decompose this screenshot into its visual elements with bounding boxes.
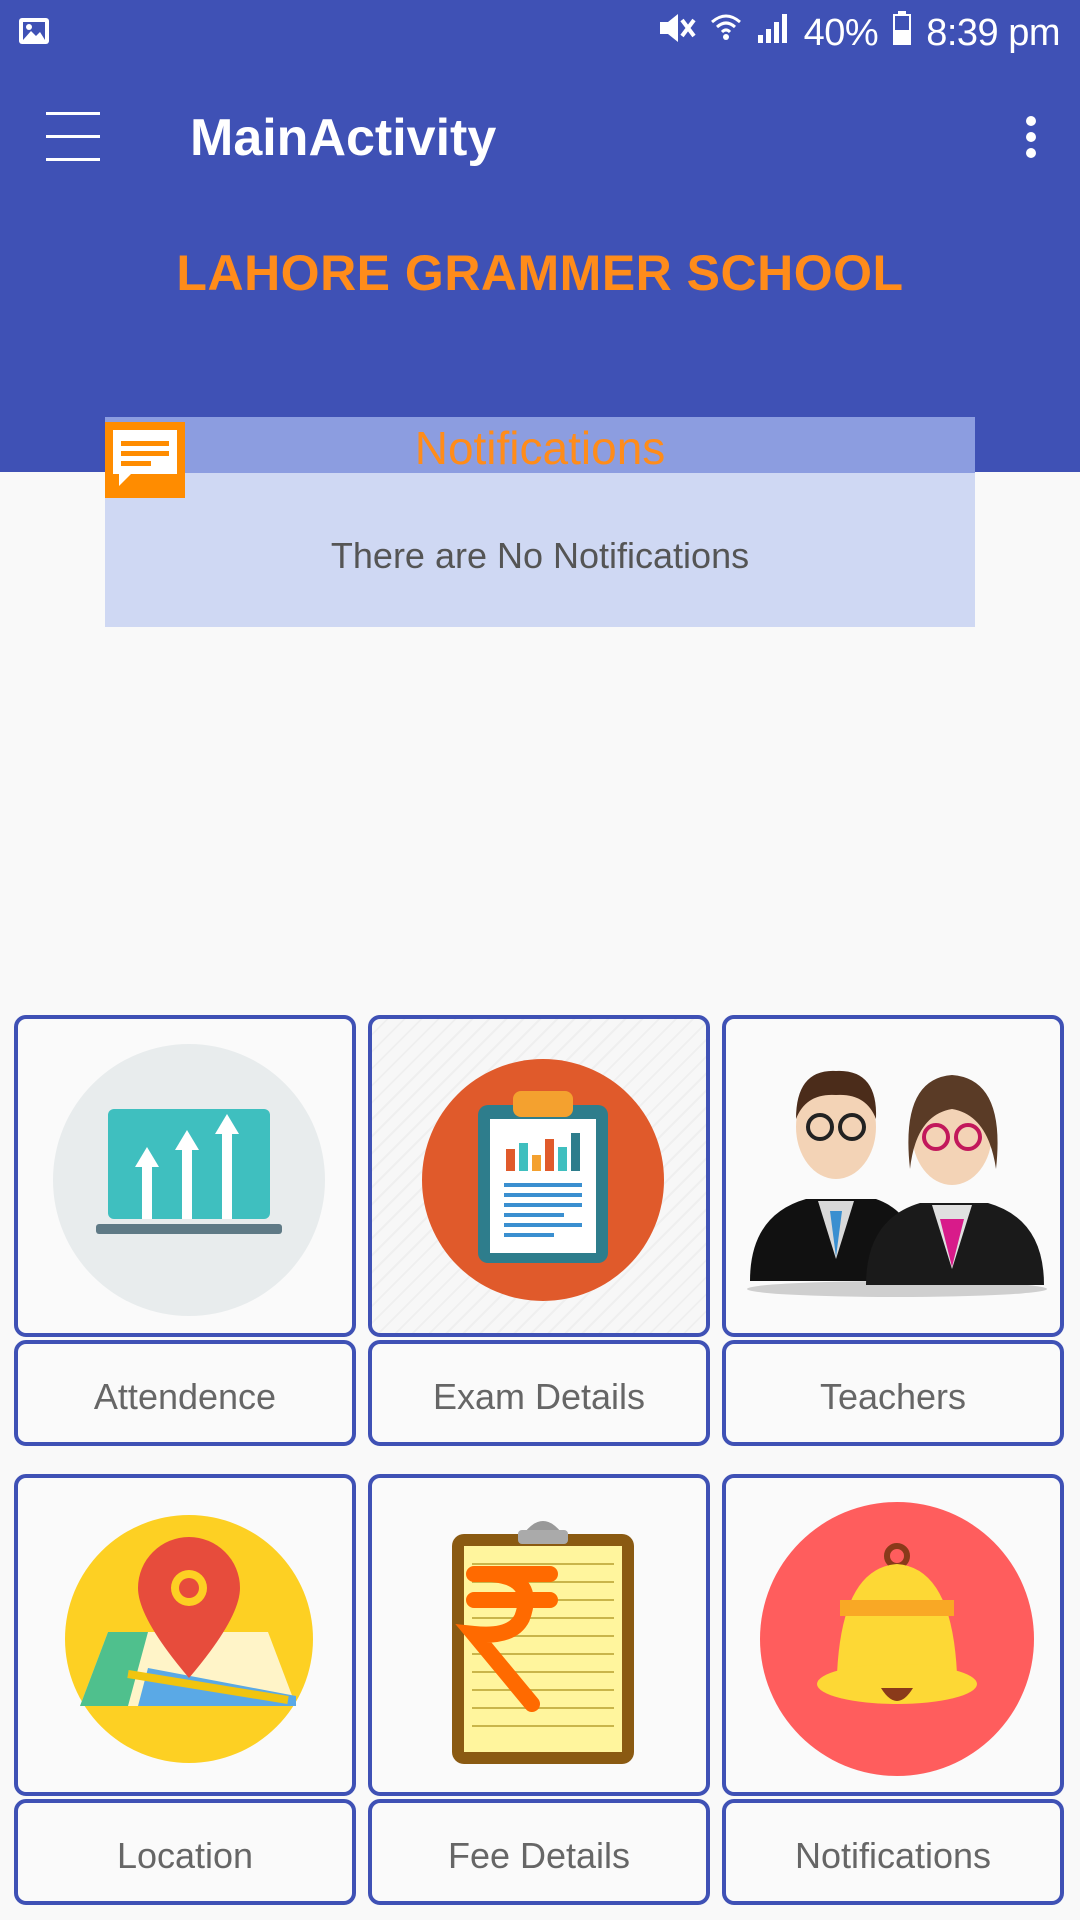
tile-label: Location <box>116 1835 254 1876</box>
teachers-icon <box>726 1019 1060 1333</box>
exam-details-label-box[interactable]: Exam Details <box>368 1340 710 1446</box>
hamburger-menu-icon[interactable] <box>46 112 100 162</box>
school-name: LAHORE GRAMMER SCHOOL <box>176 245 904 301</box>
more-vert-icon[interactable] <box>990 96 1070 176</box>
teachers-tile[interactable] <box>722 1015 1064 1337</box>
notifications-tile[interactable] <box>722 1474 1064 1796</box>
exam-details-tile[interactable] <box>368 1015 710 1337</box>
mute-icon <box>656 10 696 56</box>
notifications-title: Notifications <box>414 422 666 474</box>
wifi-icon <box>710 10 742 56</box>
fee-details-tile[interactable] <box>368 1474 710 1796</box>
status-time: 8:39 pm <box>926 11 1060 54</box>
notifications-card: Notifications There are No Notifications <box>105 417 975 627</box>
tile-label: Attendence <box>93 1376 277 1417</box>
tile-label: Fee Details <box>447 1835 631 1876</box>
battery-percent: 40% <box>803 11 879 54</box>
attendance-tile[interactable] <box>14 1015 356 1337</box>
teachers-label-box[interactable]: Teachers <box>722 1340 1064 1446</box>
tile-label: Teachers <box>819 1376 967 1417</box>
battery-icon <box>892 10 912 56</box>
fees-clipboard-icon <box>372 1478 706 1792</box>
bell-icon <box>726 1478 1060 1792</box>
location-tile[interactable] <box>14 1474 356 1796</box>
message-icon <box>105 422 185 498</box>
map-pin-icon <box>18 1478 352 1792</box>
notifications-label-box[interactable]: Notifications <box>722 1799 1064 1905</box>
clipboard-report-icon <box>372 1019 706 1333</box>
app-toolbar: MainActivity <box>0 66 1080 212</box>
fee-details-label-box[interactable]: Fee Details <box>368 1799 710 1905</box>
tile-label: Exam Details <box>432 1376 646 1417</box>
app-title: MainActivity <box>190 109 497 167</box>
signal-icon <box>756 11 790 55</box>
tile-label: Notifications <box>794 1835 992 1876</box>
attendance-label-box[interactable]: Attendence <box>14 1340 356 1446</box>
attendance-chart-icon <box>18 1019 352 1333</box>
gallery-icon <box>18 14 50 46</box>
status-bar: 40% 8:39 pm <box>0 0 1080 66</box>
location-label-box[interactable]: Location <box>14 1799 356 1905</box>
no-notifications-text: There are No Notifications <box>330 535 750 576</box>
